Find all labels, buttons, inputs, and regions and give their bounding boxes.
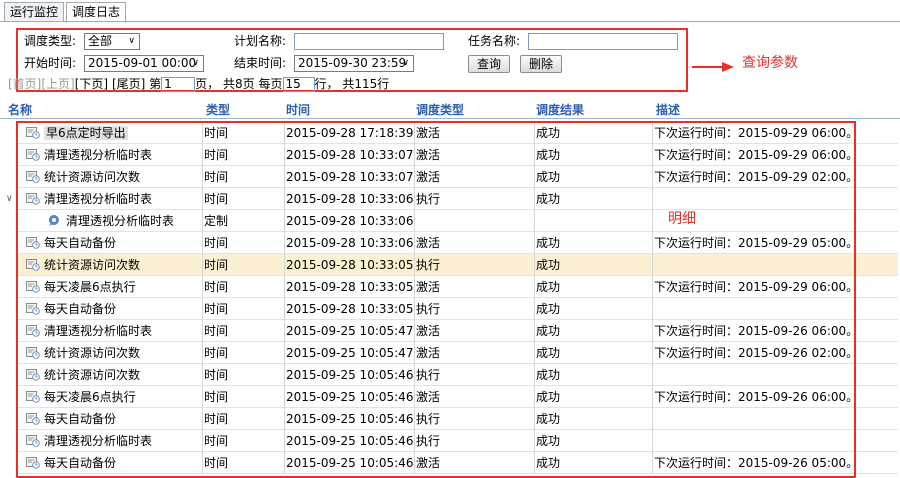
col-header-schedule-result[interactable]: 调度结果 — [536, 102, 584, 118]
tab-schedule-log[interactable]: 调度日志 — [66, 2, 127, 23]
col-header-time[interactable]: 时间 — [286, 102, 310, 118]
expand-chevron-icon[interactable]: ∨ — [6, 188, 13, 210]
schedule-type-label: 调度类型: — [24, 34, 77, 48]
last-page-link[interactable]: [尾页] — [112, 77, 145, 91]
page-suffix: 页， — [195, 77, 220, 91]
col-header-name[interactable]: 名称 — [8, 102, 32, 118]
end-time-value: 2015-09-30 23:59 — [298, 56, 407, 70]
search-button[interactable]: 查询 — [468, 55, 510, 73]
start-time-label: 开始时间: — [24, 56, 77, 70]
total-rows: 共115行 — [342, 77, 390, 91]
task-name-label: 任务名称: — [468, 34, 521, 48]
per-page-suffix: 行， — [314, 77, 339, 91]
start-time-value: 2015-09-01 00:00 — [88, 56, 197, 70]
detail-panel — [16, 121, 856, 478]
end-time-select[interactable]: 2015-09-30 23:59 ∨ — [294, 55, 414, 72]
plan-name-input[interactable] — [294, 33, 444, 50]
chevron-down-icon: ∨ — [128, 36, 135, 46]
page-number-input[interactable]: 1 — [161, 77, 196, 92]
schedule-type-value: 全部 — [88, 34, 113, 48]
detail-annotation: 明细 — [668, 211, 696, 227]
task-name-input[interactable] — [528, 33, 678, 50]
tab-run-monitor[interactable]: 运行监控 — [4, 2, 65, 21]
next-page-link[interactable]: [下页] — [75, 77, 108, 91]
chevron-down-icon: ∨ — [192, 58, 199, 68]
chevron-down-icon: ∨ — [402, 58, 409, 68]
schedule-type-select[interactable]: 全部 ∨ — [84, 33, 140, 50]
page-prefix: 第 — [149, 77, 162, 91]
start-time-select[interactable]: 2015-09-01 00:00 ∨ — [84, 55, 204, 72]
col-header-schedule-type[interactable]: 调度类型 — [416, 102, 464, 118]
prev-page-link[interactable]: [上页] — [41, 77, 74, 91]
first-page-link[interactable]: [首页] — [8, 77, 41, 91]
per-page-input[interactable]: 15 — [282, 77, 315, 92]
delete-button[interactable]: 删除 — [520, 55, 562, 73]
plan-name-label: 计划名称: — [234, 34, 287, 48]
col-header-description[interactable]: 描述 — [656, 102, 680, 118]
total-pages: 共8页 — [223, 77, 255, 91]
query-params-annotation: 查询参数 — [742, 55, 798, 71]
tab-bar: 运行监控 调度日志 — [4, 2, 128, 23]
per-page-prefix: 每页 — [258, 77, 283, 91]
tab-divider — [0, 21, 900, 22]
table-header: 名称 类型 时间 调度类型 调度结果 描述 — [0, 102, 900, 119]
end-time-label: 结束时间: — [234, 56, 287, 70]
col-header-type[interactable]: 类型 — [206, 102, 230, 118]
pagination-bar: [首页][上页][下页] [尾页] 第 1 页， 共8页 每页 15 行， 共115行 — [8, 77, 389, 92]
arrow-right-icon — [692, 62, 734, 72]
